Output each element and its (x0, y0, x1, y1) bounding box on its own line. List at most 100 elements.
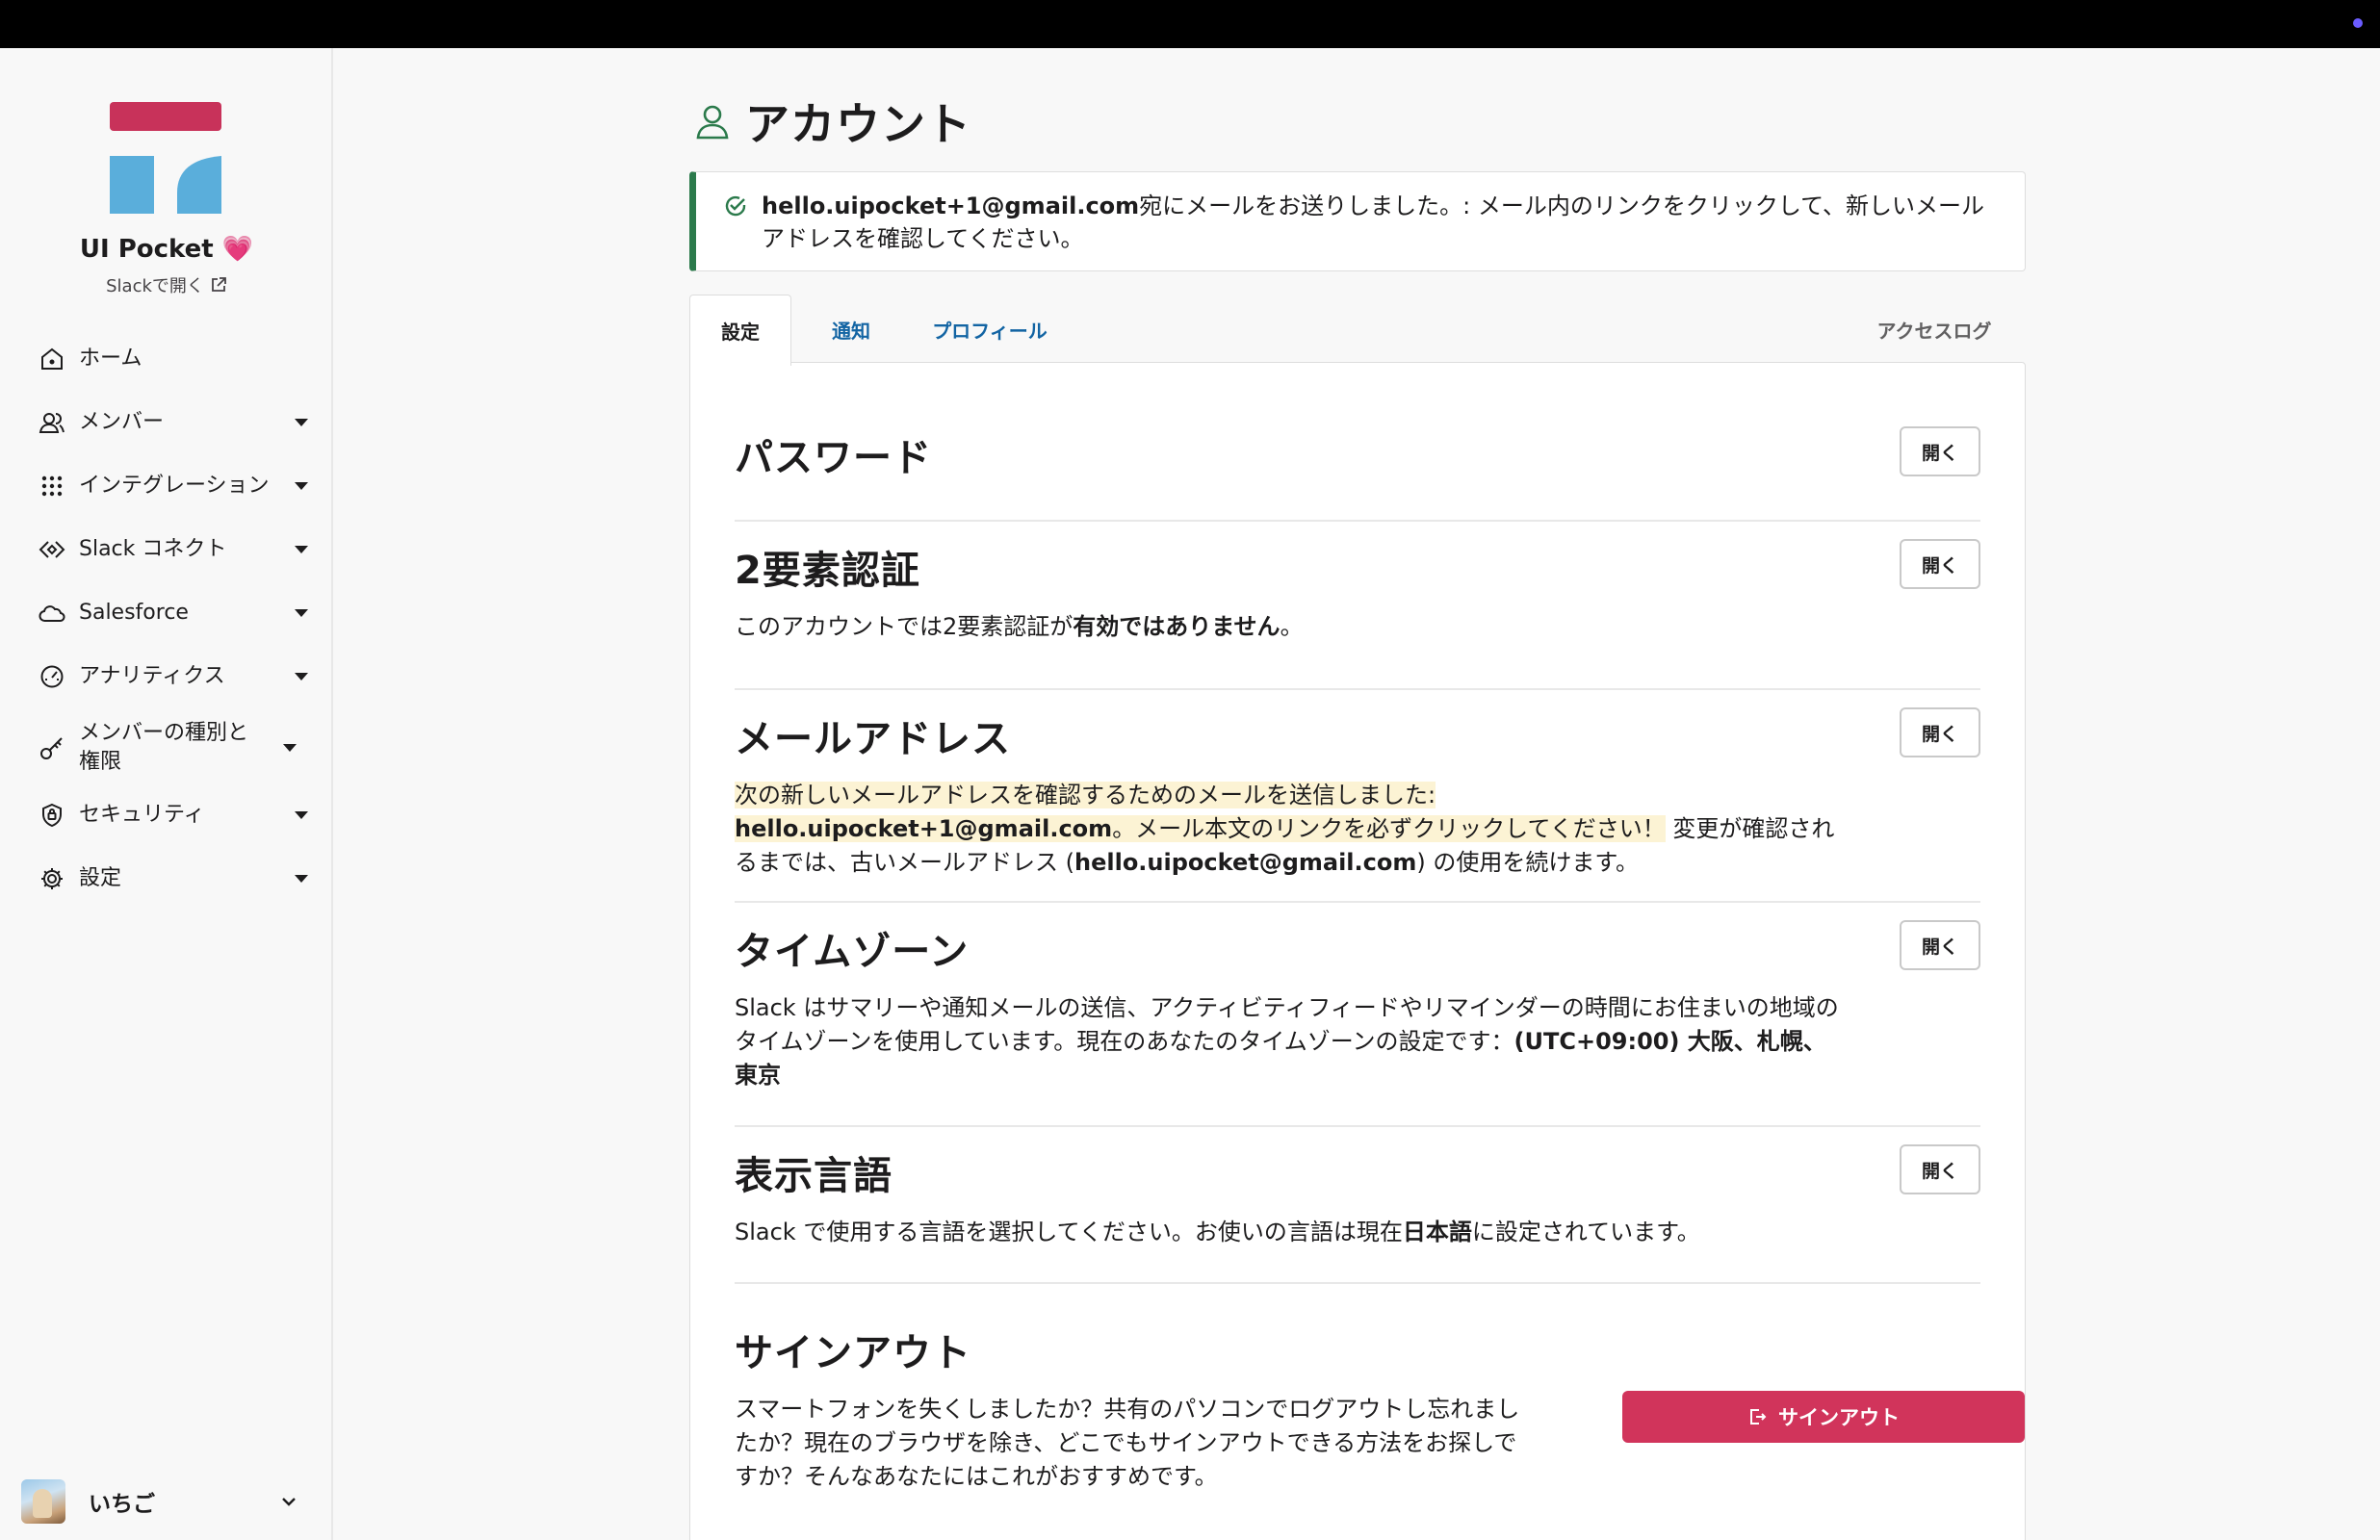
user-icon (696, 105, 729, 140)
sidebar-item-label: 設定 (79, 866, 122, 890)
sidebar-item-salesforce[interactable]: Salesforce (37, 589, 316, 637)
divider (735, 1125, 1980, 1127)
two-factor-desc: このアカウントでは2要素認証が有効ではありません。 (735, 610, 1842, 644)
email-notice-prefix: 次の新しいメールアドレスを確認するためのメールを送信しました: (735, 782, 1436, 808)
status-dot (2353, 18, 2363, 28)
sidebar-item-integrations[interactable]: インテグレーション (37, 462, 316, 510)
timezone-section: タイムゾーン 開く Slack はサマリーや通知メールの送信、アクティビティフィ… (735, 920, 1980, 1092)
email-notice-highlight: 次の新しいメールアドレスを確認するためのメールを送信しました: hello.ui… (735, 782, 1666, 842)
tab-notifications[interactable]: 通知 (803, 295, 899, 364)
language-value: 日本語 (1402, 1219, 1472, 1245)
avatar (21, 1479, 65, 1524)
language-open-button[interactable]: 開く (1900, 1144, 1980, 1194)
sidebar-item-label: セキュリティ (79, 803, 205, 827)
tab-access-log[interactable]: アクセスログ (1862, 295, 2006, 364)
signout-icon (1750, 1409, 1767, 1424)
divider (735, 520, 1980, 522)
two-factor-status: 有効ではありません (1073, 613, 1281, 640)
members-icon (37, 407, 67, 438)
top-bar (0, 0, 2380, 48)
sidebar-item-label: メンバーの種別と権限 (79, 721, 249, 774)
language-desc: Slack で使用する言語を選択してください。お使いの言語は現在日本語に設定され… (735, 1216, 1842, 1249)
two-factor-title: 2要素認証 (735, 549, 920, 593)
signout-title: サインアウト (735, 1331, 971, 1375)
open-in-slack-link[interactable]: Slackで開く (0, 272, 333, 297)
sidebar-item-members[interactable]: メンバー (37, 398, 316, 447)
language-desc-prefix: Slack で使用する言語を選択してください。お使いの言語は現在 (735, 1219, 1403, 1245)
heart-icon: 💗 (221, 235, 254, 264)
password-title: パスワード (735, 436, 932, 480)
user-name: いちご (89, 1492, 155, 1517)
tab-settings[interactable]: 設定 (689, 295, 791, 366)
caret-down-icon (295, 673, 308, 680)
sidebar-item-label: インテグレーション (79, 474, 270, 498)
password-section: パスワード 開く (735, 426, 1980, 482)
page-header: アカウント (693, 92, 971, 150)
connect-icon (37, 534, 67, 565)
sidebar-item-analytics[interactable]: アナリティクス (37, 653, 316, 701)
check-circle-icon (725, 195, 746, 217)
open-in-slack-label: Slackで開く (106, 276, 204, 296)
language-section: 表示言語 開く Slack で使用する言語を選択してください。お使いの言語は現在… (735, 1144, 1980, 1249)
page-title: アカウント (745, 98, 971, 150)
old-email: hello.uipocket@gmail.com (1074, 849, 1417, 876)
email-desc: 次の新しいメールアドレスを確認するためのメールを送信しました: hello.ui… (735, 779, 1842, 880)
sidebar: UI Pocket 💗 Slackで開く ホーム メンバー インテグレーション … (0, 48, 333, 1540)
workspace-name-text: UI Pocket (79, 235, 214, 264)
workspace-name[interactable]: UI Pocket 💗 (0, 235, 333, 264)
divider (735, 688, 1980, 690)
grid-icon (37, 471, 67, 501)
tab-profile[interactable]: プロフィール (913, 295, 1067, 364)
caret-down-icon (295, 609, 308, 617)
key-icon (37, 732, 67, 763)
email-section: メールアドレス 開く 次の新しいメールアドレスを確認するためのメールを送信しまし… (735, 707, 1980, 880)
caret-down-icon (283, 744, 297, 752)
timezone-desc: Slack はサマリーや通知メールの送信、アクティビティフィードやリマインダーの… (735, 991, 1842, 1092)
alert-text: hello.uipocket+1@gmail.com宛にメールをお送りしました。… (762, 192, 1984, 252)
two-factor-desc-suffix: 。 (1280, 613, 1304, 640)
sidebar-item-security[interactable]: セキュリティ (37, 791, 316, 839)
sidebar-item-label: Slack コネクト (79, 537, 227, 561)
sidebar-item-slack-connect[interactable]: Slack コネクト (37, 526, 316, 574)
email-notice-suffix: 。メール本文のリンクを必ずクリックしてください！ (1112, 815, 1666, 842)
sidebar-item-label: ホーム (79, 346, 142, 371)
sidebar-item-home[interactable]: ホーム (37, 335, 316, 383)
two-factor-open-button[interactable]: 開く (1900, 539, 1980, 589)
settings-card: パスワード 開く 2要素認証 開く このアカウントでは2要素認証が有効ではありま… (689, 362, 2026, 1540)
signout-button[interactable]: サインアウト (1622, 1391, 2025, 1443)
language-title: 表示言語 (735, 1154, 892, 1198)
alert-email: hello.uipocket+1@gmail.com (762, 192, 1140, 219)
sidebar-item-member-roles[interactable]: メンバーの種別と権限 (37, 716, 316, 780)
sidebar-item-label: アナリティクス (79, 664, 225, 688)
caret-down-icon (295, 875, 308, 883)
settings-tabs: 設定 通知 プロフィール アクセスログ (689, 295, 2026, 366)
sidebar-item-settings[interactable]: 設定 (37, 855, 316, 903)
home-icon (37, 344, 67, 374)
cloud-icon (37, 598, 67, 629)
email-rest-suffix: ) の使用を続けます。 (1416, 849, 1639, 876)
caret-down-icon (295, 811, 308, 819)
sidebar-item-label: Salesforce (79, 601, 189, 625)
caret-down-icon (295, 419, 308, 426)
two-factor-section: 2要素認証 開く このアカウントでは2要素認証が有効ではありません。 (735, 539, 1980, 644)
external-link-icon (211, 277, 226, 292)
email-open-button[interactable]: 開く (1900, 707, 1980, 757)
two-factor-desc-prefix: このアカウントでは2要素認証が (735, 613, 1074, 640)
signout-button-label: サインアウト (1778, 1406, 1900, 1429)
divider (735, 1282, 1980, 1284)
new-email: hello.uipocket+1@gmail.com (735, 815, 1113, 842)
gear-icon (37, 863, 67, 894)
caret-down-icon (295, 482, 308, 490)
password-open-button[interactable]: 開く (1900, 426, 1980, 476)
timezone-open-button[interactable]: 開く (1900, 920, 1980, 970)
gauge-icon (37, 661, 67, 692)
sidebar-item-label: メンバー (79, 410, 165, 434)
workspace-logo (110, 102, 221, 214)
divider (735, 901, 1980, 903)
timezone-title: タイムゾーン (735, 930, 970, 974)
email-title: メールアドレス (735, 717, 1011, 761)
user-menu[interactable]: いちご (21, 1478, 310, 1525)
signout-section: サインアウト スマートフォンを失くしましたか？共有のパソコンでログアウトし忘れま… (735, 1322, 2025, 1494)
chevron-down-icon (282, 1498, 296, 1506)
signout-desc: スマートフォンを失くしましたか？共有のパソコンでログアウトし忘れましたか？現在の… (735, 1396, 1520, 1490)
